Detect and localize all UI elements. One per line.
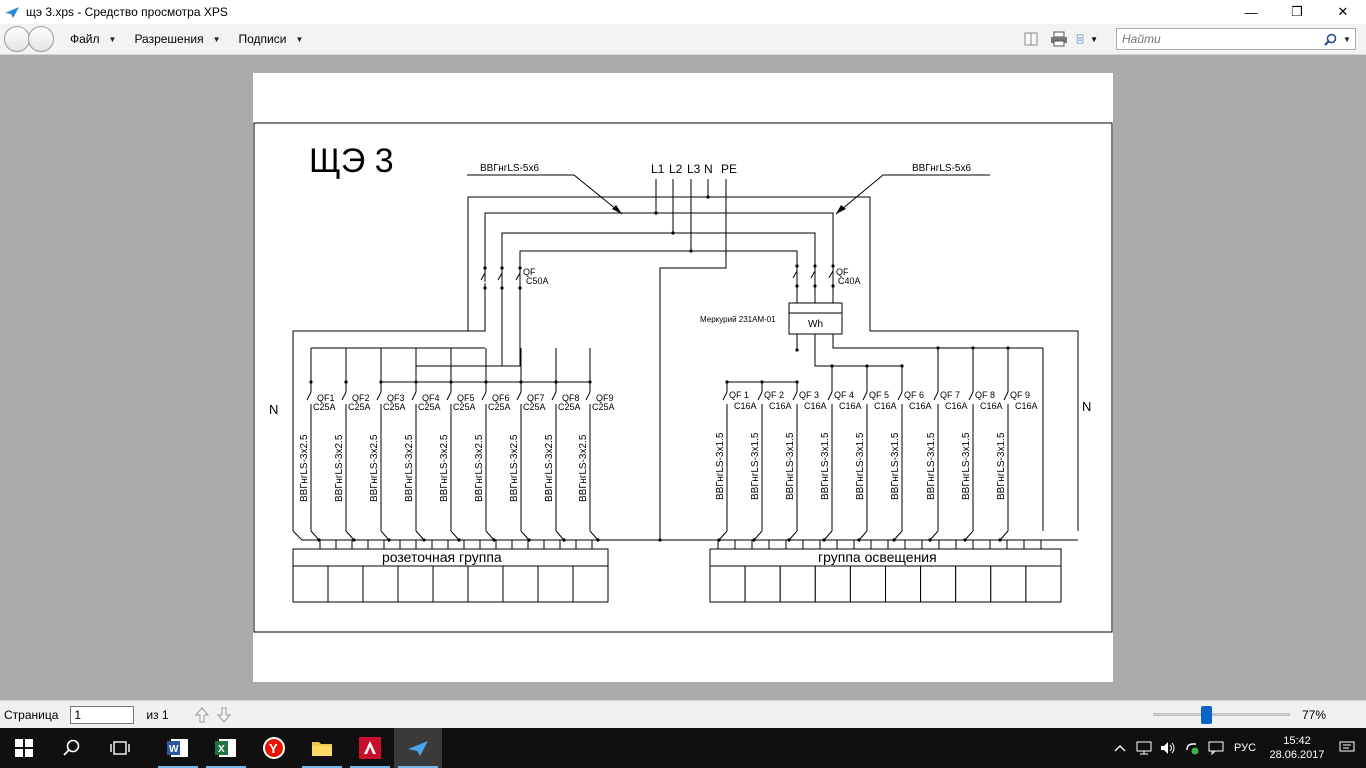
windows-start-icon [15,739,33,757]
arrow-up-icon [194,706,209,722]
menu-file[interactable]: Файл ▼ [70,32,116,46]
search-box: ▼ [1116,28,1356,50]
menu-signatures[interactable]: Подписи ▼ [238,32,303,46]
word-icon: W [167,739,188,757]
messages-button[interactable] [1204,728,1228,768]
notification-icon [1339,741,1355,752]
close-button[interactable]: ✕ [1320,0,1366,24]
taskbar-file-explorer[interactable] [298,728,346,768]
sync-icon [1186,743,1199,755]
taskbar: W X Y РУС 15:42 28.06.2017 [0,728,1366,768]
back-button[interactable] [4,26,30,52]
zoom-level: 77% [1302,708,1327,722]
excel-icon: X [215,739,236,757]
autocad-icon [359,737,381,759]
chevron-down-icon: ▼ [108,34,117,44]
page-label: Страница [4,707,59,722]
zoom-slider-track[interactable] [1153,713,1290,716]
forward-button[interactable] [28,26,54,52]
yandex-browser-icon: Y [263,737,285,759]
action-center-button[interactable] [1328,728,1366,768]
menu-signatures-label: Подписи [238,32,287,46]
taskbar-excel[interactable]: X [202,728,250,768]
search-icon[interactable] [1321,33,1339,46]
chevron-up-icon [1114,745,1126,752]
previous-page-button[interactable] [193,706,211,724]
chevron-down-icon: ▼ [295,34,304,44]
minimize-button[interactable]: — [1228,0,1274,24]
page-count-label: из 1 [146,707,169,722]
next-page-button[interactable] [215,706,233,724]
search-input[interactable] [1117,32,1321,46]
chevron-down-icon: ▼ [1090,34,1098,44]
search-options-icon[interactable]: ▼ [1339,35,1355,44]
show-hidden-icons-button[interactable] [1108,728,1132,768]
title-bar: щэ 3.xps - Средство просмотра XPS — ❐ ✕ [0,0,1366,24]
taskbar-yandex[interactable]: Y [250,728,298,768]
xps-viewer-icon [408,741,428,756]
system-tray: РУС 15:42 28.06.2017 [1108,728,1366,768]
sync-button[interactable] [1180,728,1204,768]
volume-button[interactable] [1156,728,1180,768]
status-bar: Страница из 1 77% [0,700,1366,728]
document-page [253,73,1113,682]
taskbar-autocad[interactable] [346,728,394,768]
language-indicator[interactable]: РУС [1228,728,1262,768]
file-explorer-icon [312,742,332,756]
document-area[interactable] [0,56,1366,700]
page-number-input[interactable] [70,705,135,724]
clock[interactable]: 15:42 28.06.2017 [1266,734,1328,762]
start-button[interactable] [0,728,48,768]
network-icon [1136,741,1152,755]
svg-text:W: W [169,744,179,755]
taskbar-word[interactable]: W [154,728,202,768]
menu-file-label: Файл [70,32,100,46]
page-view-button[interactable] [1020,28,1042,50]
clock-date: 28.06.2017 [1269,749,1325,761]
clock-time: 15:42 [1283,735,1311,747]
menu-bar: Файл ▼ Разрешения ▼ Подписи ▼ ▼ Найти ▼ [0,24,1366,55]
taskbar-search-button[interactable] [48,728,96,768]
document-icon [1076,34,1084,44]
xps-viewer-icon [5,7,19,18]
task-view-icon [110,741,130,755]
search-icon [63,739,80,756]
svg-text:Y: Y [269,741,278,756]
menu-permissions-label: Разрешения [134,32,204,46]
print-button[interactable] [1048,28,1070,50]
taskbar-xps-viewer[interactable] [394,728,442,768]
window-title: щэ 3.xps - Средство просмотра XPS [26,5,228,19]
message-icon [1208,741,1224,755]
zoom-slider-thumb[interactable] [1201,706,1212,724]
network-button[interactable] [1132,728,1156,768]
restore-button[interactable]: ❐ [1274,0,1320,24]
task-view-button[interactable] [96,728,144,768]
view-options-button[interactable]: ▼ [1076,28,1098,50]
chevron-down-icon: ▼ [212,34,221,44]
menu-permissions[interactable]: Разрешения ▼ [134,32,220,46]
svg-text:X: X [218,744,225,755]
speaker-icon [1161,742,1175,754]
arrow-down-icon [216,707,231,723]
printer-icon [1051,31,1067,47]
page-view-icon [1024,32,1038,46]
